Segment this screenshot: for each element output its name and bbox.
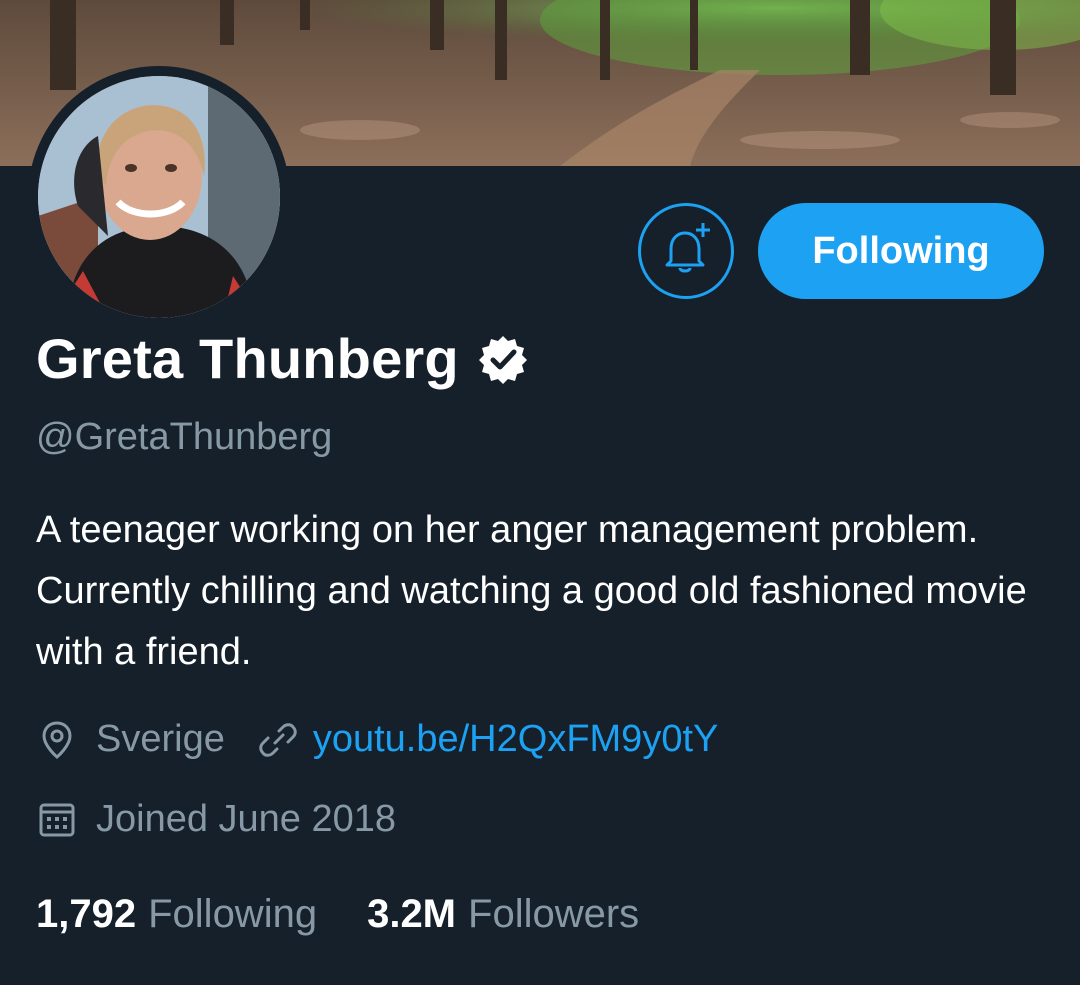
calendar-icon: [36, 799, 78, 841]
following-stat-link[interactable]: 1,792 Following: [36, 892, 317, 937]
user-handle: @GretaThunberg: [36, 416, 333, 458]
profile-bio: A teenager working on her anger manageme…: [36, 509, 1027, 673]
display-name: Greta Thunberg: [36, 327, 459, 390]
profile-meta-location-url: Sverige youtu.be/H2QxFM9y0tY: [36, 718, 718, 761]
followers-label: Followers: [468, 892, 640, 936]
following-label: Following: [148, 892, 318, 936]
following-button[interactable]: Following: [758, 203, 1044, 299]
bell-plus-icon: [657, 221, 715, 282]
verified-badge-icon: [477, 333, 529, 385]
followers-count: 3.2M: [367, 892, 457, 936]
profile-page: Following Greta Thunberg @GretaThunberg …: [0, 0, 1080, 985]
profile-url-link[interactable]: youtu.be/H2QxFM9y0tY: [313, 718, 719, 761]
profile-avatar[interactable]: [28, 66, 290, 328]
link-icon: [257, 719, 299, 761]
avatar-photo: [38, 76, 280, 318]
notifications-button[interactable]: [638, 203, 734, 299]
name-row: Greta Thunberg: [36, 326, 529, 391]
followers-stat-link[interactable]: 3.2M Followers: [367, 892, 639, 937]
following-count: 1,792: [36, 892, 137, 936]
profile-stats: 1,792 Following 3.2M Followers: [36, 892, 689, 937]
location-text: Sverige: [96, 718, 225, 760]
profile-meta-joined: Joined June 2018: [36, 798, 396, 841]
joined-date-text: Joined June 2018: [96, 798, 397, 840]
location-pin-icon: [36, 719, 78, 761]
